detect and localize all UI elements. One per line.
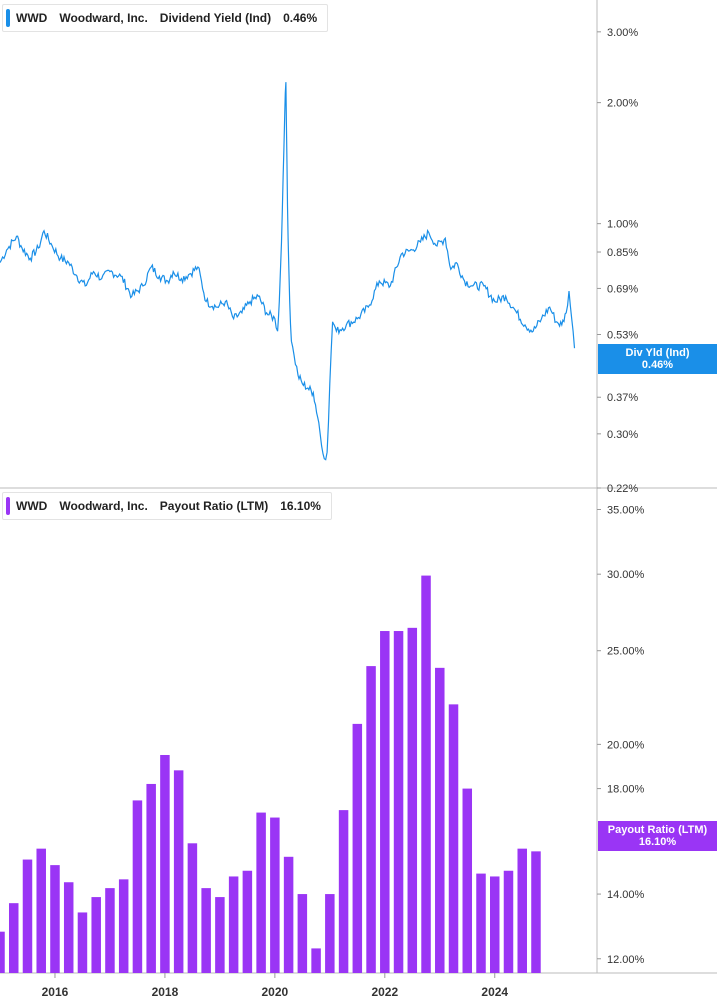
payout-bar — [352, 723, 363, 973]
payout-bar — [201, 888, 211, 973]
payout-bar — [366, 666, 376, 973]
payout-bar — [297, 894, 308, 973]
yield-flag-value: 0.46% — [641, 359, 674, 371]
payout-tick-label: 18.00% — [607, 784, 645, 796]
yield-legend-metric: Dividend Yield (Ind) — [159, 11, 272, 25]
x-tick-label: 2020 — [262, 985, 289, 999]
payout-bar — [476, 873, 486, 973]
payout-bar — [8, 903, 19, 973]
payout-bar — [503, 870, 514, 973]
payout-tick-label: 30.00% — [607, 569, 645, 581]
x-tick-label: 2016 — [42, 985, 69, 999]
payout-legend-swatch — [6, 497, 10, 515]
payout-bar — [462, 788, 473, 973]
yield-tick-label: 0.85% — [607, 247, 638, 259]
payout-bar — [256, 812, 266, 973]
payout-tick-label: 20.00% — [607, 739, 645, 751]
yield-legend-value: 0.46% — [283, 11, 318, 25]
yield-tick-label: 0.53% — [607, 329, 638, 341]
payout-bar — [407, 627, 418, 973]
dividend-yield-line — [0, 82, 576, 461]
payout-bar — [435, 667, 445, 973]
x-tick-label: 2024 — [481, 985, 508, 999]
yield-tick-label: 0.37% — [607, 392, 638, 404]
payout-bar — [325, 894, 335, 973]
payout-bar — [36, 848, 46, 973]
payout-bar — [22, 859, 33, 973]
x-tick-label: 2018 — [152, 985, 179, 999]
x-tick-label: 2022 — [371, 985, 398, 999]
yield-tick-label: 2.00% — [607, 98, 638, 110]
payout-bar — [132, 800, 143, 973]
payout-bar — [517, 848, 527, 973]
yield-legend-company: Woodward, Inc. — [59, 11, 148, 25]
payout-bar — [393, 631, 404, 973]
payout-legend-metric: Payout Ratio (LTM) — [159, 499, 269, 513]
yield-tick-label: 0.69% — [607, 283, 638, 295]
payout-bar — [311, 948, 321, 973]
payout-bar — [448, 704, 459, 973]
payout-bar — [421, 575, 431, 973]
payout-tick-label: 35.00% — [607, 504, 645, 516]
payout-flag-label: Payout Ratio (LTM) — [607, 824, 708, 836]
payout-bar — [146, 783, 156, 973]
x-axis: 2016 2018 2020 2022 2024 — [42, 973, 508, 999]
payout-value-flag: Payout Ratio (LTM) 16.10% — [598, 821, 717, 851]
payout-bar — [490, 876, 500, 973]
payout-bar — [0, 931, 5, 973]
yield-y-axis: 3.00% 2.00% 1.00% 0.85% 0.69% 0.53% 0.37% 0.30%… — [597, 27, 638, 495]
payout-bar — [380, 631, 390, 973]
payout-legend-value: 16.10% — [280, 499, 321, 513]
payout-bar — [105, 888, 115, 973]
yield-flag-label: Div Yld (Ind) — [625, 347, 690, 359]
payout-legend-ticker: WWD — [16, 499, 48, 513]
yield-tick-label: 1.00% — [607, 219, 638, 231]
payout-bar — [50, 865, 60, 973]
payout-bar — [215, 897, 225, 973]
payout-bar — [187, 843, 198, 973]
payout-bar — [91, 897, 101, 973]
payout-bar — [63, 882, 74, 973]
payout-legend-company: Woodward, Inc. — [59, 499, 148, 513]
payout-y-axis: 35.00% 30.00% 25.00% 20.00% 18.00% 14.00% 12.0… — [597, 504, 645, 966]
yield-legend-ticker: WWD — [16, 11, 48, 25]
yield-legend: WWD Woodward, Inc. Dividend Yield (Ind) … — [2, 4, 329, 32]
yield-tick-label: 0.30% — [607, 429, 638, 441]
payout-bar — [242, 870, 253, 973]
payout-tick-label: 25.00% — [607, 646, 645, 658]
payout-bar — [228, 876, 239, 973]
payout-legend: WWD Woodward, Inc. Payout Ratio (LTM) 16… — [2, 492, 332, 520]
payout-bar — [531, 851, 541, 973]
payout-bar — [270, 817, 280, 973]
yield-legend-swatch — [6, 9, 10, 27]
payout-tick-label: 12.00% — [607, 954, 645, 966]
yield-tick-label: 0.22% — [607, 483, 638, 495]
payout-bar — [283, 856, 294, 973]
payout-bar — [338, 810, 349, 973]
payout-bar — [118, 879, 129, 973]
payout-bar — [77, 912, 88, 973]
payout-bar — [173, 770, 184, 973]
payout-bars — [0, 575, 541, 973]
payout-flag-value: 16.10% — [638, 836, 677, 848]
yield-tick-label: 3.00% — [607, 27, 638, 39]
yield-value-flag: Div Yld (Ind) 0.46% — [598, 344, 717, 374]
payout-tick-label: 14.00% — [607, 889, 645, 901]
payout-bar — [160, 754, 170, 973]
